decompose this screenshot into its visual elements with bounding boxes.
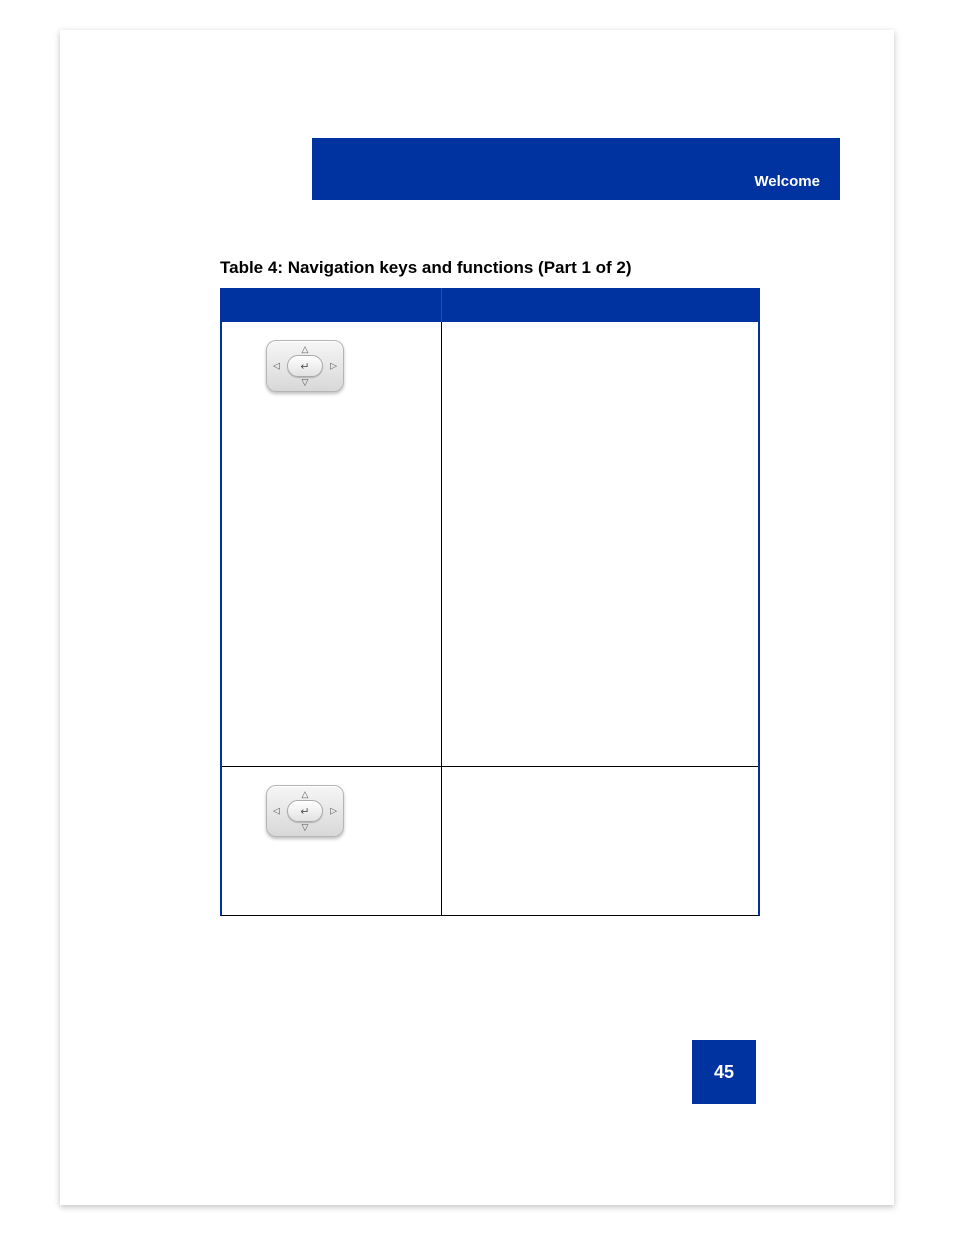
section-header-label: Welcome: [754, 173, 820, 190]
table-cell-key: △ ▽ ◁ ▷ ↵: [222, 767, 442, 915]
table-header-cell: [442, 288, 758, 322]
arrow-down-icon: ▽: [302, 378, 309, 387]
arrow-left-icon: ◁: [273, 807, 280, 816]
enter-key-icon: ↵: [287, 800, 323, 822]
arrow-down-icon: ▽: [302, 823, 309, 832]
arrow-right-icon: ▷: [330, 362, 337, 371]
navigation-keys-table: △ ▽ ◁ ▷ ↵ △ ▽ ◁ ▷ ↵: [220, 288, 760, 916]
table-row: △ ▽ ◁ ▷ ↵: [222, 322, 758, 766]
navigation-pad-icon: △ ▽ ◁ ▷ ↵: [266, 785, 344, 837]
page-number-badge: 45: [692, 1040, 756, 1104]
arrow-up-icon: △: [302, 345, 309, 354]
document-page: Welcome Table 4: Navigation keys and fun…: [60, 30, 894, 1205]
arrow-left-icon: ◁: [273, 362, 280, 371]
table-cell-description: [442, 767, 758, 915]
enter-key-icon: ↵: [287, 355, 323, 377]
table-cell-key: △ ▽ ◁ ▷ ↵: [222, 322, 442, 766]
table-cell-description: [442, 322, 758, 766]
arrow-right-icon: ▷: [330, 807, 337, 816]
navigation-pad-icon: △ ▽ ◁ ▷ ↵: [266, 340, 344, 392]
table-row: △ ▽ ◁ ▷ ↵: [222, 766, 758, 915]
table-header-cell: [222, 288, 442, 322]
section-header-bar: Welcome: [312, 138, 840, 200]
arrow-up-icon: △: [302, 790, 309, 799]
table-header-row: [222, 288, 758, 322]
table-caption: Table 4: Navigation keys and functions (…: [220, 258, 632, 278]
